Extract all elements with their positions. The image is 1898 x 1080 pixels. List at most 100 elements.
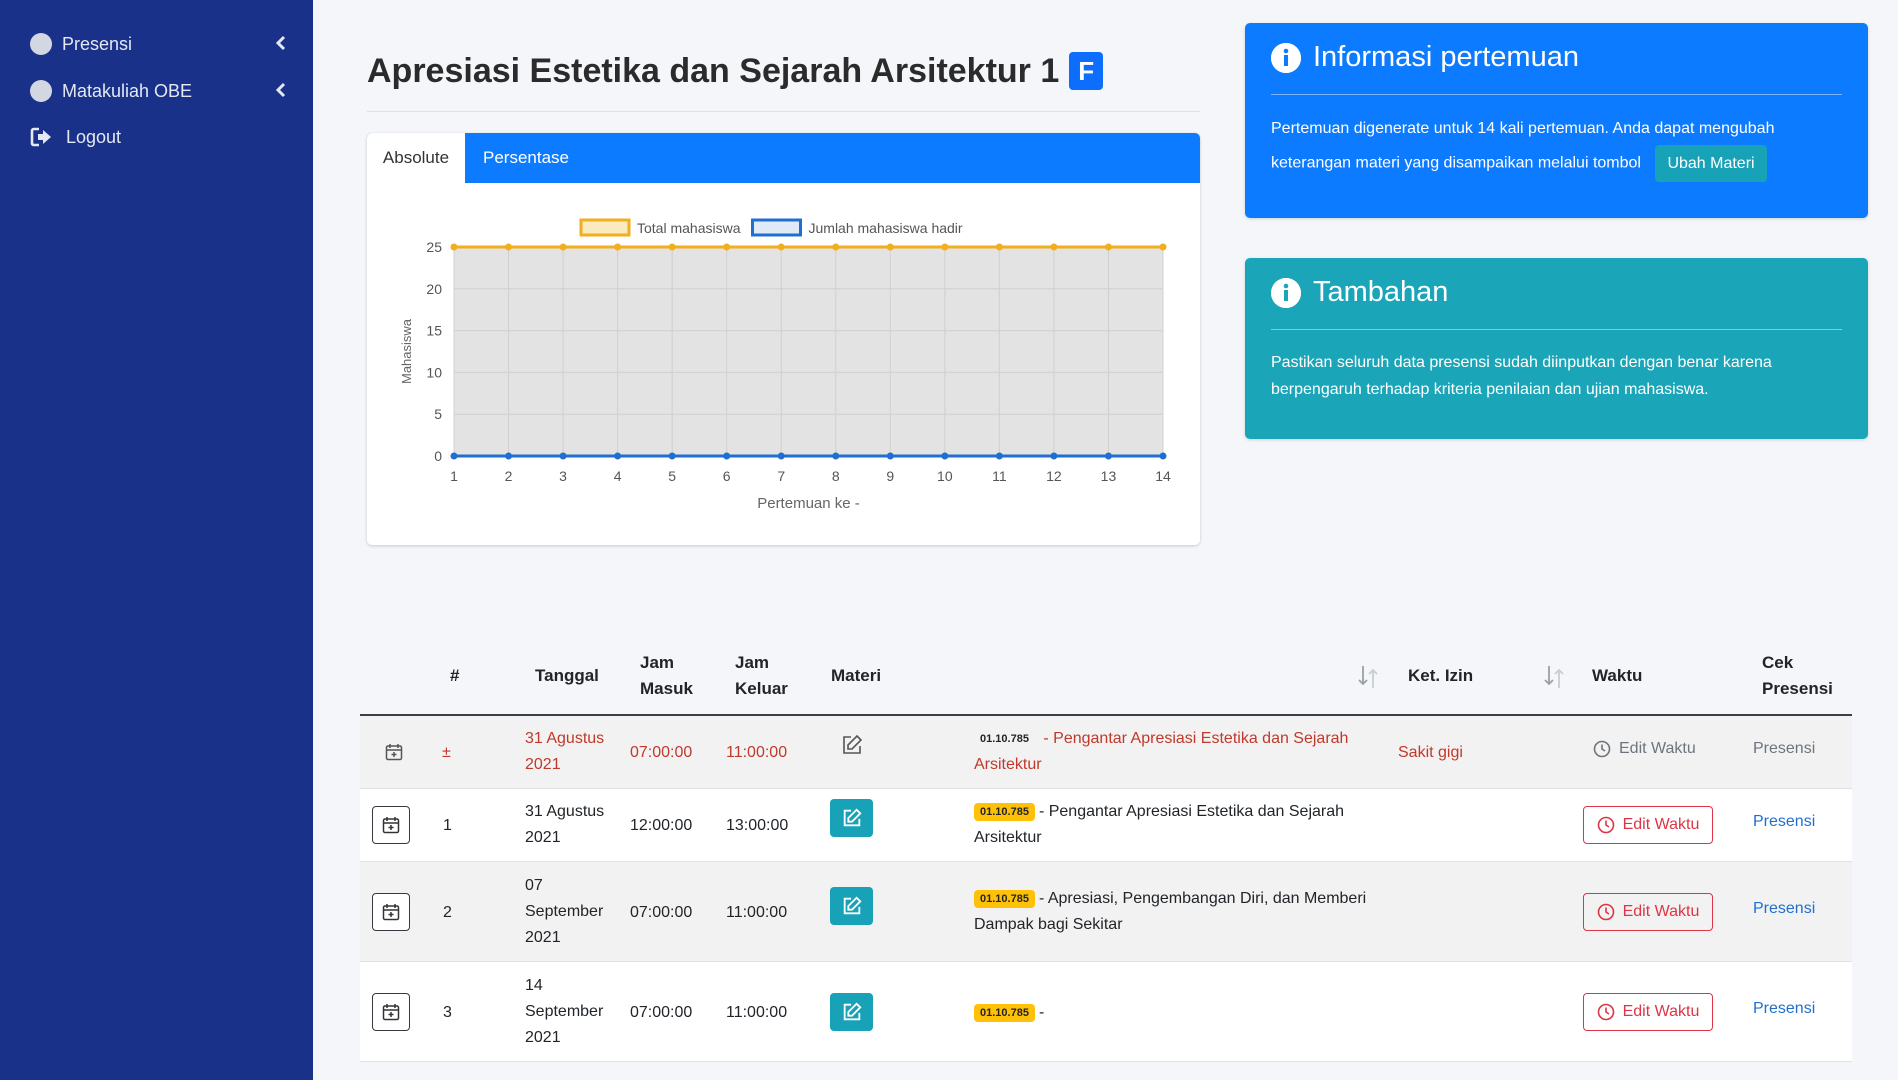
col-header-tanggal: Tanggal — [535, 666, 599, 685]
data-point — [723, 452, 731, 460]
data-point — [941, 243, 949, 251]
divider — [1271, 329, 1842, 330]
row-jam-keluar: 11:00:00 — [726, 744, 788, 761]
clock-icon — [1593, 740, 1611, 758]
presensi-link[interactable]: Presensi — [1753, 900, 1815, 918]
materi-code: 01.10.785 — [974, 803, 1035, 821]
col-header-no: # — [450, 666, 460, 685]
edit-materi-button[interactable] — [830, 887, 873, 925]
row-materi: 01.10.785- Apresiasi, Pengembangan Diri,… — [974, 890, 1367, 933]
data-point — [777, 452, 785, 460]
data-point — [832, 452, 840, 460]
x-tick-label: 11 — [992, 468, 1007, 484]
edit-icon — [843, 1002, 862, 1021]
y-tick-label: 15 — [426, 323, 442, 339]
x-axis-label: Pertemuan ke - — [757, 495, 860, 512]
col-header-jam-masuk: Jam Masuk — [640, 653, 693, 698]
row-jam-masuk: 07:00:00 — [630, 904, 693, 921]
col-header-cek-presensi: Cek Presensi — [1762, 653, 1833, 698]
edit-icon[interactable] — [840, 733, 864, 757]
edit-icon — [843, 896, 862, 915]
row-jam-keluar: 13:00:00 — [726, 817, 789, 834]
sort-icon[interactable] — [1357, 662, 1379, 692]
sidebar-item-presensi[interactable]: Presensi — [30, 27, 298, 61]
calendar-plus-button[interactable] — [372, 806, 410, 844]
edit-waktu-label: Edit Waktu — [1622, 1003, 1700, 1020]
calendar-plus-icon — [382, 1004, 400, 1021]
data-point — [450, 243, 458, 251]
row-jam-keluar: 11:00:00 — [726, 904, 788, 921]
edit-materi-button[interactable] — [830, 799, 873, 837]
edit-waktu-button[interactable]: Edit Waktu — [1583, 893, 1713, 931]
row-ket-izin: Sakit gigi — [1398, 744, 1463, 761]
data-point — [614, 243, 622, 251]
sidebar-item-matakuliah-obe[interactable]: Matakuliah OBE — [30, 74, 298, 108]
data-point — [995, 452, 1003, 460]
presensi-link[interactable]: Presensi — [1753, 740, 1815, 758]
y-tick-label: 5 — [434, 406, 442, 422]
ubah-materi-button[interactable]: Ubah Materi — [1655, 145, 1767, 182]
sidebar-item-logout[interactable]: Logout — [30, 120, 298, 154]
info-card-body: Pertemuan digenerate untuk 14 kali perte… — [1271, 113, 1842, 182]
edit-waktu-label: Edit Waktu — [1619, 740, 1696, 757]
edit-waktu-button[interactable]: Edit Waktu — [1583, 993, 1713, 1031]
sidebar-item-label: Matakuliah OBE — [62, 80, 193, 101]
row-jam-masuk: 07:00:00 — [630, 744, 693, 761]
legend-swatch — [751, 218, 802, 237]
legend-swatch — [579, 218, 631, 237]
row-date: 31 Agustus 2021 — [525, 803, 605, 846]
x-tick-label: 8 — [832, 468, 840, 484]
x-tick-label: 13 — [1101, 468, 1117, 484]
x-tick-label: 3 — [559, 468, 567, 484]
x-tick-label: 12 — [1046, 468, 1062, 484]
sort-icon[interactable] — [1543, 662, 1565, 692]
table-row: ± 31 Agustus 2021 07:00:00 11:00:00 01.1… — [360, 716, 1852, 789]
row-date: 14 September 2021 — [525, 977, 604, 1046]
chart-card: Absolute Persentase 0 5 10 15 20 25 1 2 3 4 5 6 7 8 9 1… — [367, 133, 1200, 545]
chart-tabs: Absolute Persentase — [367, 133, 1200, 183]
edit-waktu-link[interactable]: Edit Waktu — [1593, 740, 1696, 758]
calendar-plus-button[interactable] — [372, 993, 410, 1031]
chevron-left-icon — [275, 82, 286, 98]
edit-materi-button[interactable] — [830, 993, 873, 1031]
class-badge: F — [1069, 52, 1104, 90]
logout-icon — [30, 127, 51, 147]
table-row: 1 31 Agustus 2021 12:00:00 13:00:00 01.1… — [360, 789, 1852, 862]
edit-waktu-button[interactable]: Edit Waktu — [1583, 806, 1713, 844]
presensi-link[interactable]: Presensi — [1753, 1000, 1815, 1018]
x-tick-label: 7 — [777, 468, 785, 484]
circle-icon — [30, 80, 52, 102]
sidebar-item-label: Presensi — [62, 33, 133, 54]
x-tick-label: 4 — [614, 468, 622, 484]
data-point — [559, 243, 567, 251]
calendar-plus-button[interactable] — [372, 893, 410, 931]
divider — [1271, 94, 1842, 95]
legend-label: Total mahasiswa — [637, 220, 741, 236]
x-tick-label: 1 — [450, 468, 458, 484]
presensi-link[interactable]: Presensi — [1753, 813, 1815, 831]
sidebar-item-label: Logout — [66, 126, 122, 147]
row-materi: 01.10.785- — [974, 1000, 1374, 1026]
page-title: Apresiasi Estetika dan Sejarah Arsitektu… — [367, 46, 1104, 96]
data-point — [1104, 452, 1112, 460]
edit-waktu-label: Edit Waktu — [1622, 816, 1700, 833]
info-card-title: Informasi pertemuan — [1313, 41, 1579, 73]
x-tick-label: 10 — [937, 468, 953, 484]
materi-code: 01.10.785 — [980, 733, 1029, 745]
row-date: 07 September 2021 — [525, 877, 604, 946]
calendar-plus-icon[interactable] — [382, 740, 406, 764]
calendar-plus-icon — [382, 817, 400, 834]
col-header-waktu: Waktu — [1592, 666, 1643, 685]
data-point — [505, 243, 513, 251]
tab-absolute[interactable]: Absolute — [367, 133, 465, 183]
data-point — [668, 243, 676, 251]
materi-code: 01.10.785 — [974, 890, 1035, 908]
y-tick-label: 25 — [426, 239, 442, 255]
data-point — [995, 243, 1003, 251]
data-point — [1159, 452, 1167, 460]
data-point — [1050, 452, 1058, 460]
data-point — [614, 452, 622, 460]
tab-persentase[interactable]: Persentase — [483, 133, 569, 183]
data-point — [668, 452, 676, 460]
data-point — [1050, 243, 1058, 251]
